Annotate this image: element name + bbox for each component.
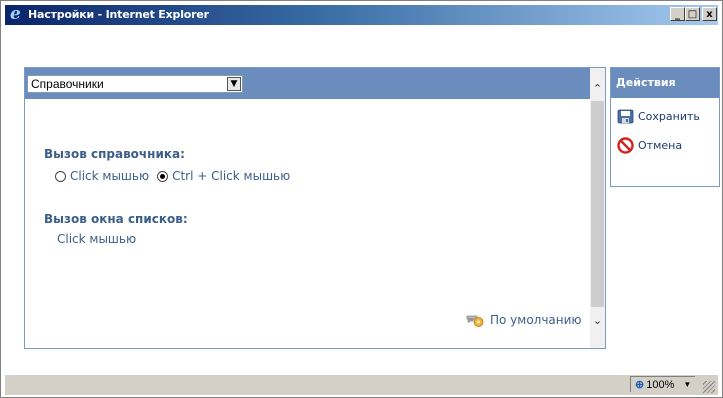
save-label[interactable]: Сохранить xyxy=(638,110,700,123)
zoom-icon: ⊕ xyxy=(635,379,645,391)
key-reset-icon xyxy=(466,312,484,328)
resize-grip[interactable] xyxy=(703,381,715,393)
status-bar: ⊕ 100% ▼ xyxy=(5,375,718,395)
radio-click[interactable] xyxy=(55,170,66,182)
chevron-down-icon[interactable]: ▼ xyxy=(227,77,241,91)
zoom-control[interactable]: ⊕ 100% ▼ xyxy=(630,376,695,392)
save-icon xyxy=(617,108,634,125)
settings-panel: Справочники ▼ ⌃ ⌄ Вызов справочника: Cli… xyxy=(24,67,606,349)
reset-default-label[interactable]: По умолчанию xyxy=(490,313,582,327)
minimize-button[interactable]: _ xyxy=(670,7,685,21)
radio-click-label[interactable]: Click мышью xyxy=(70,169,149,183)
scroll-up-icon[interactable]: ⌃ xyxy=(590,80,605,98)
zoom-level: 100% xyxy=(646,378,675,391)
section-directory-call-label: Вызов справочника: xyxy=(44,147,185,161)
maximize-button[interactable]: □ xyxy=(685,7,700,21)
vertical-scrollbar[interactable]: ⌃ ⌄ xyxy=(590,68,605,348)
radio-ctrl-click-label[interactable]: Ctrl + Click мышью xyxy=(172,169,290,183)
category-select[interactable]: Справочники ▼ xyxy=(27,75,243,93)
save-action[interactable]: Сохранить xyxy=(617,108,700,125)
section-list-window-label: Вызов окна списков: xyxy=(44,212,188,226)
actions-panel: Действия Сохранить Отмена xyxy=(610,67,720,187)
cancel-action[interactable]: Отмена xyxy=(617,137,682,154)
close-button[interactable]: x xyxy=(702,7,717,21)
radio-ctrl-click[interactable] xyxy=(157,170,169,182)
internet-explorer-icon: e xyxy=(10,4,21,24)
browser-window: e Настройки - Internet Explorer _ □ x Сп… xyxy=(0,0,723,398)
actions-header: Действия xyxy=(611,68,719,98)
cancel-icon xyxy=(617,137,634,154)
settings-panel-header: Справочники ▼ xyxy=(25,68,590,99)
directory-call-options: Click мышью Ctrl + Click мышью xyxy=(55,169,298,183)
page-content: Справочники ▼ ⌃ ⌄ Вызов справочника: Cli… xyxy=(5,25,720,375)
category-select-value: Справочники xyxy=(31,77,104,91)
cancel-label[interactable]: Отмена xyxy=(638,139,682,152)
title-bar: e Настройки - Internet Explorer _ □ x xyxy=(5,5,718,25)
scroll-down-icon[interactable]: ⌄ xyxy=(590,312,605,330)
window-title: Настройки - Internet Explorer xyxy=(28,8,209,21)
scroll-thumb[interactable] xyxy=(591,101,604,307)
chevron-down-icon[interactable]: ▼ xyxy=(683,380,691,389)
reset-default-link[interactable]: По умолчанию xyxy=(466,312,582,328)
list-window-value: Click мышью xyxy=(57,232,137,246)
